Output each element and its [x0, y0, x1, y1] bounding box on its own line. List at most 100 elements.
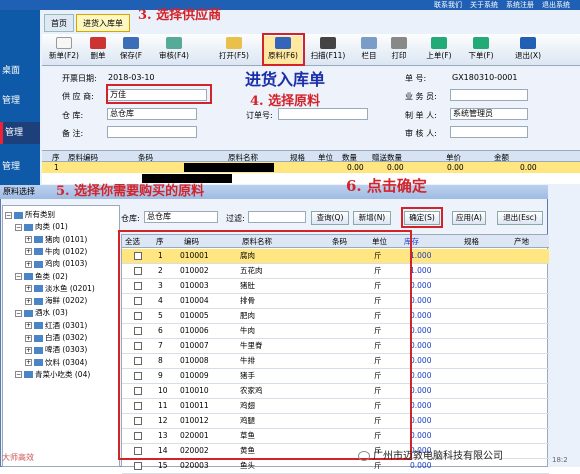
cell-stock: 0.000	[410, 431, 432, 440]
toolbar: 新单(F2) 删单 保存(F 审核(F4) 打开(F5) 原料(F6) 扫描(F…	[42, 34, 580, 66]
tree-node[interactable]: + 鸡肉 (0103)	[25, 258, 87, 269]
nav-item-manage-1[interactable]: 管理	[0, 90, 40, 112]
tree-node[interactable]: − 青菜小吃类 (04)	[15, 369, 90, 380]
collapse-icon[interactable]: −	[15, 309, 22, 317]
query-button[interactable]: 查询(Q)	[311, 211, 349, 225]
tree-node[interactable]: − 所有类别	[5, 209, 55, 220]
audit-button[interactable]: 审核(F4)	[154, 36, 194, 64]
collapse-icon[interactable]: −	[15, 371, 22, 379]
auditor-input	[450, 126, 528, 138]
tree-node[interactable]: + 白酒 (0302)	[25, 332, 87, 343]
prev-button[interactable]: 上单(F)	[420, 36, 458, 64]
annotation-4: 4. 选择原料	[250, 94, 321, 109]
expand-icon[interactable]: +	[25, 297, 32, 305]
cell-stock: 0.000	[410, 311, 432, 320]
expand-icon[interactable]: +	[25, 260, 32, 268]
tab-home[interactable]: 首页	[44, 14, 74, 32]
next-button[interactable]: 下单(F)	[462, 36, 500, 64]
columns-button[interactable]: 栏目	[356, 36, 382, 64]
order-input[interactable]	[278, 108, 368, 120]
tree-node[interactable]: + 啤酒 (0303)	[25, 344, 87, 355]
expand-icon[interactable]: +	[25, 334, 32, 342]
about-link[interactable]: 关于系统	[470, 0, 498, 10]
redacted-bar	[184, 163, 274, 172]
tree-node[interactable]: + 猪肉 (0101)	[25, 234, 87, 245]
tree-node-label: 红酒 (0301)	[45, 320, 88, 330]
folder-icon	[34, 285, 43, 293]
contact-link[interactable]: 联系我们	[434, 0, 462, 10]
tree-node[interactable]: − 酒水 (03)	[15, 307, 68, 318]
folder-icon	[24, 309, 33, 317]
row-gift: 0.00	[387, 163, 404, 172]
annotation-6: 6. 点击确定	[346, 177, 427, 195]
register-link[interactable]: 系统注册	[506, 0, 534, 10]
tree-node[interactable]: − 鱼类 (02)	[15, 271, 68, 282]
new-button[interactable]: 新单(F2)	[46, 36, 82, 64]
folder-icon	[24, 223, 33, 231]
left-watermark: 大师高效	[2, 453, 34, 462]
expand-icon[interactable]: +	[25, 359, 32, 367]
delete-button[interactable]: 删单	[84, 36, 112, 64]
selection-highlight	[118, 230, 412, 460]
collapse-icon[interactable]: −	[5, 211, 12, 219]
warehouse-select[interactable]: 总仓库	[107, 108, 197, 120]
tree-node-label: 啤酒 (0303)	[45, 345, 88, 355]
folder-icon	[34, 322, 43, 330]
expand-icon[interactable]: +	[25, 248, 32, 256]
tree-node[interactable]: + 牛肉 (0102)	[25, 246, 87, 257]
cell-stock: 0.000	[410, 341, 432, 350]
expand-icon[interactable]: +	[25, 285, 32, 293]
filter-label: 过滤:	[226, 214, 245, 223]
date-value[interactable]: 2018-03-10	[108, 73, 155, 82]
printer-icon	[391, 37, 407, 49]
expand-icon[interactable]: +	[25, 236, 32, 244]
exit-button[interactable]: 退出(X)	[510, 36, 546, 64]
supplier-highlight	[106, 84, 212, 104]
staff-label: 业 务 员:	[405, 92, 437, 101]
expand-icon[interactable]: +	[25, 346, 32, 354]
row-checkbox[interactable]	[134, 462, 142, 470]
nav-item-desktop[interactable]: 桌面	[0, 60, 40, 82]
add-button[interactable]: 新增(N)	[353, 211, 391, 225]
print-button[interactable]: 打印	[386, 36, 412, 64]
maker-label: 制 单 人:	[405, 111, 437, 120]
folder-icon	[226, 37, 242, 49]
nav-item-manage-3[interactable]: 管理	[0, 156, 40, 178]
row-amount: 0.00	[520, 163, 537, 172]
grid-row[interactable]: 1 0.00 0.00 0.00 0.00	[42, 162, 580, 173]
th-spec: 规格	[464, 237, 479, 246]
tree-node[interactable]: − 肉类 (01)	[15, 221, 68, 232]
cell-stock: 0.000	[410, 356, 432, 365]
docno-value: GX180310-0001	[452, 73, 518, 82]
nav-item-manage-2[interactable]: 管理	[0, 122, 40, 144]
folder-icon	[34, 297, 43, 305]
cell-stock: 0.000	[410, 416, 432, 425]
confirm-highlight	[401, 207, 443, 228]
tree-node[interactable]: + 淡水鱼 (0201)	[25, 283, 95, 294]
collapse-icon[interactable]: −	[15, 273, 22, 280]
staff-input[interactable]	[450, 89, 528, 101]
dlg-exit-button[interactable]: 退出(Esc)	[497, 211, 543, 225]
tree-node[interactable]: + 饮料 (0304)	[25, 357, 87, 368]
note-label: 备 注:	[62, 129, 84, 138]
note-input[interactable]	[107, 126, 197, 138]
open-button[interactable]: 打开(F5)	[214, 36, 254, 64]
tree-node[interactable]: + 海鲜 (0202)	[25, 295, 87, 306]
tab-purchase-in[interactable]: 进货入库单	[76, 14, 130, 32]
logout-link[interactable]: 退出系统	[542, 0, 570, 10]
collapse-icon[interactable]: −	[15, 223, 22, 231]
folder-icon	[14, 211, 23, 219]
cell-stock: 0.000	[410, 296, 432, 305]
barcode-icon	[320, 37, 336, 49]
apply-button[interactable]: 应用(A)	[452, 211, 486, 225]
cell-code: 020003	[180, 461, 209, 470]
scan-button[interactable]: 扫描(F11)	[306, 36, 350, 64]
row-price: 0.00	[447, 163, 464, 172]
tree-node[interactable]: + 红酒 (0301)	[25, 320, 87, 331]
filter-input[interactable]	[248, 211, 306, 223]
dlg-warehouse-select[interactable]: 总仓库	[144, 211, 218, 223]
tree-node-label: 白酒 (0302)	[45, 333, 88, 342]
save-button[interactable]: 保存(F	[114, 36, 148, 64]
expand-icon[interactable]: +	[25, 322, 32, 330]
tree-node-label: 淡水鱼 (0201)	[45, 283, 95, 293]
